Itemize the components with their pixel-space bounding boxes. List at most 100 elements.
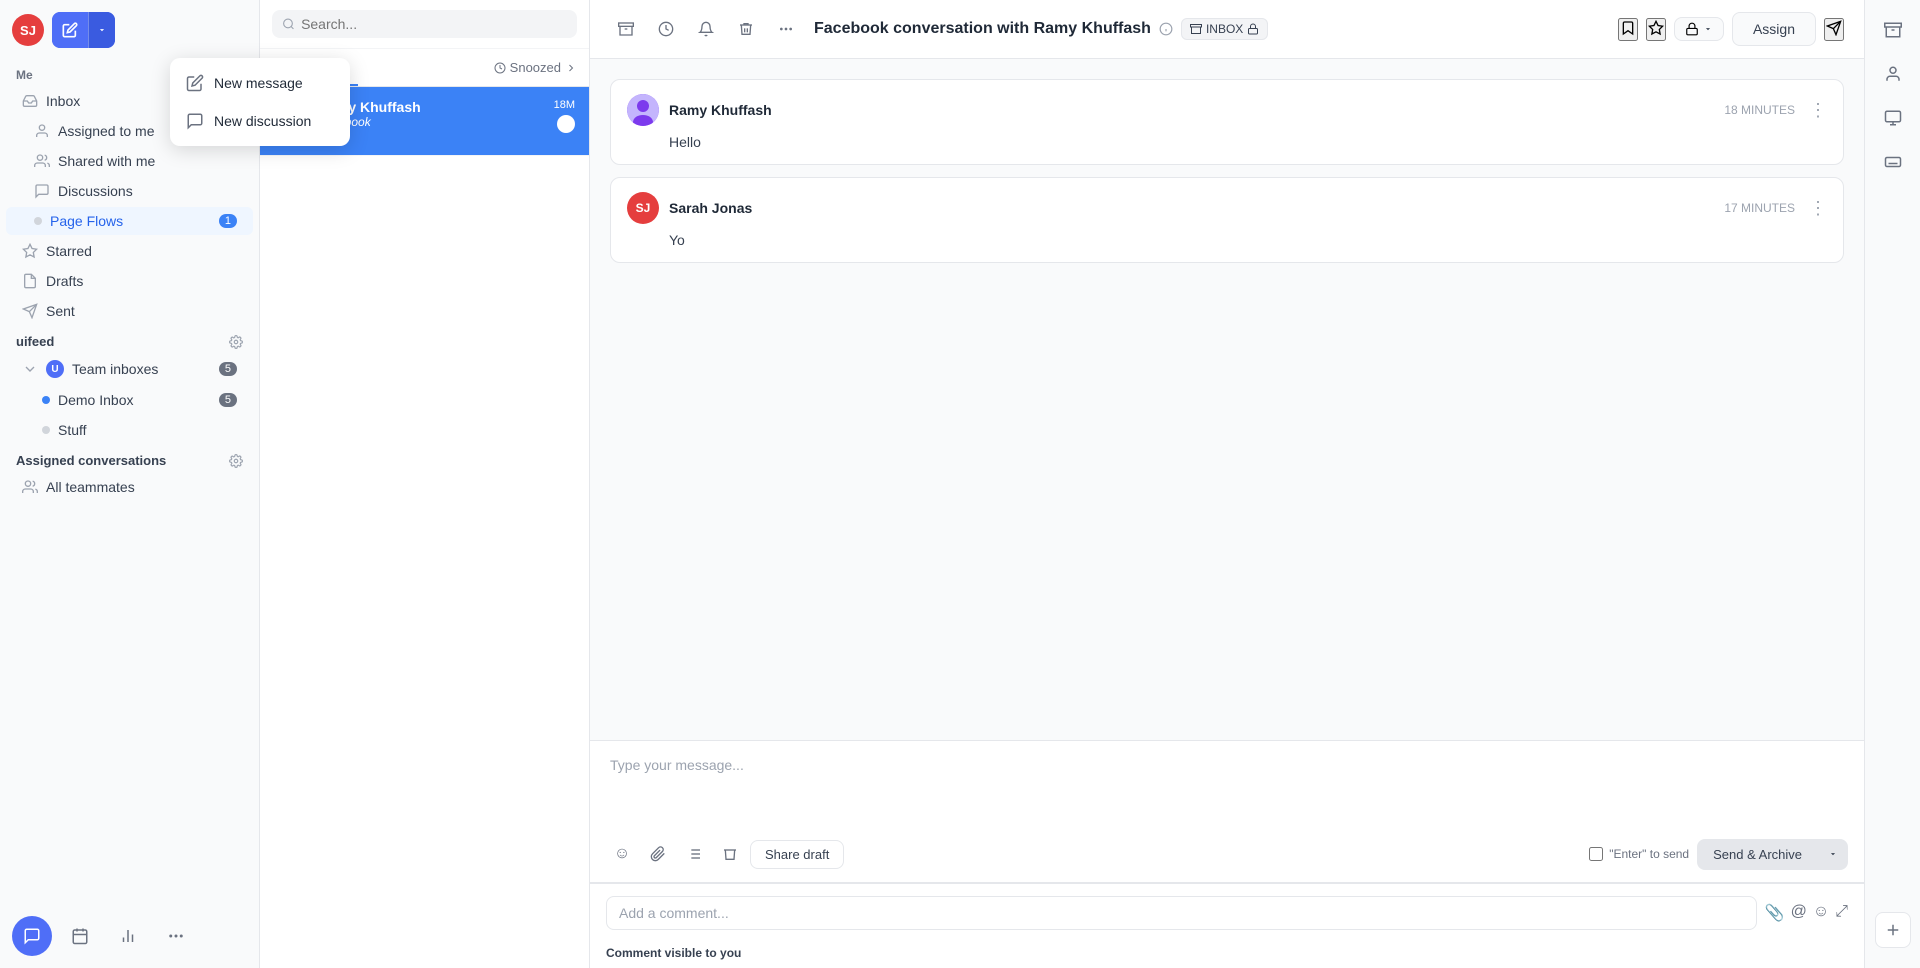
chat-nav-button[interactable]	[12, 916, 52, 956]
comment-input[interactable]	[606, 896, 1757, 930]
new-discussion-icon	[186, 112, 204, 130]
conv-source-ramy: Facebook	[318, 115, 544, 129]
chat-title: Facebook conversation with Ramy Khuffash	[814, 20, 1151, 38]
format-button[interactable]	[678, 838, 710, 870]
sidebar-item-stuff[interactable]: Stuff	[6, 416, 253, 444]
demo-inbox-badge: 5	[219, 393, 237, 407]
messages-area: Ramy Khuffash 18 MINUTES ⋮ Hello SJ Sara…	[590, 59, 1864, 740]
page-flows-label: Page Flows	[50, 213, 123, 229]
enter-to-send-label[interactable]: "Enter" to send	[1589, 847, 1689, 861]
sidebar-item-starred[interactable]: Starred	[6, 237, 253, 265]
page-flows-dot	[34, 217, 42, 225]
chat-header-actions: Assign	[1618, 12, 1844, 46]
sent-icon	[22, 303, 38, 319]
lock-dropdown-chevron	[1703, 24, 1713, 34]
sidebar-item-sent[interactable]: Sent	[6, 297, 253, 325]
msg-body-sarah: Yo	[627, 232, 1827, 248]
right-sidebar-profile[interactable]	[1875, 100, 1911, 136]
send-archive-arrow-button[interactable]	[1818, 839, 1848, 870]
demo-inbox-dot	[42, 396, 50, 404]
chat-title-area: Facebook conversation with Ramy Khuffash…	[814, 18, 1606, 40]
right-contact-icon	[1884, 65, 1902, 83]
sidebar-item-team-inboxes[interactable]: U Team inboxes 5	[6, 354, 253, 384]
sidebar-item-discussions[interactable]: Discussions	[6, 177, 253, 205]
search-input[interactable]	[301, 16, 567, 32]
calendar-nav-button[interactable]	[60, 916, 100, 956]
lock-dropdown[interactable]	[1674, 17, 1724, 41]
send-icon-button[interactable]	[1824, 18, 1844, 41]
sidebar-item-all-teammates[interactable]: All teammates	[6, 473, 253, 501]
right-sidebar-contact[interactable]	[1875, 56, 1911, 92]
assigned-conversations-settings-icon[interactable]	[229, 454, 243, 468]
lock-dropdown-icon	[1685, 22, 1699, 36]
inbox-label: Inbox	[46, 93, 80, 109]
new-discussion-item[interactable]: New discussion	[170, 102, 350, 140]
star-button[interactable]	[1646, 18, 1666, 41]
team-inboxes-badge: 5	[219, 362, 237, 376]
info-icon[interactable]	[1159, 22, 1173, 36]
sidebar-item-page-flows[interactable]: Page Flows 1	[6, 207, 253, 235]
chart-nav-button[interactable]	[108, 916, 148, 956]
right-sidebar-add[interactable]	[1875, 912, 1911, 948]
delete-button[interactable]	[730, 13, 762, 45]
team-section-header[interactable]: uifeed	[0, 326, 259, 353]
comment-emoji-button[interactable]: ☺	[1813, 903, 1829, 923]
msg-more-ramy[interactable]: ⋮	[1809, 100, 1827, 121]
comment-expand-button[interactable]: ⤢	[1835, 903, 1848, 923]
snooze-button[interactable]	[650, 13, 682, 45]
send-archive-main-button[interactable]: Send & Archive	[1697, 839, 1818, 870]
sidebar-item-shared-with-me[interactable]: Shared with me	[6, 147, 253, 175]
sidebar: SJ New message New discussion Me Inbox A…	[0, 0, 260, 968]
compose-button[interactable]	[52, 12, 115, 48]
all-teammates-label: All teammates	[46, 479, 135, 495]
composer-right-actions: "Enter" to send Send & Archive	[1589, 839, 1848, 870]
right-sidebar-keyboard[interactable]	[1875, 144, 1911, 180]
bookmark-button[interactable]	[1618, 18, 1638, 41]
archive-button[interactable]	[610, 13, 642, 45]
team-settings-icon[interactable]	[229, 335, 243, 349]
snooze-icon	[658, 21, 674, 37]
emoji-button[interactable]: ☺	[606, 838, 638, 870]
sidebar-top: SJ	[0, 0, 259, 56]
discussions-label: Discussions	[58, 183, 133, 199]
msg-more-sarah[interactable]: ⋮	[1809, 198, 1827, 219]
msg-name-ramy: Ramy Khuffash	[669, 102, 772, 118]
msg-time-ramy: 18 MINUTES	[1724, 103, 1795, 117]
team-inboxes-label: Team inboxes	[72, 361, 158, 377]
search-box[interactable]	[272, 10, 577, 38]
sent-label: Sent	[46, 303, 75, 319]
delete-draft-button[interactable]	[714, 838, 746, 870]
share-draft-button[interactable]: Share draft	[750, 840, 844, 869]
more-nav-button[interactable]	[156, 916, 196, 956]
new-message-item[interactable]: New message	[170, 64, 350, 102]
tab-snoozed[interactable]: Snoozed	[494, 50, 577, 85]
inbox-badge-icon	[1190, 23, 1202, 35]
right-profile-icon	[1884, 109, 1902, 127]
notifications-button[interactable]	[690, 13, 722, 45]
msg-avatar-ramy	[627, 94, 659, 126]
more-actions-button[interactable]	[770, 13, 802, 45]
sidebar-item-drafts[interactable]: Drafts	[6, 267, 253, 295]
comment-mention-button[interactable]: @	[1791, 903, 1807, 923]
conv-info-ramy: Ramy Khuffash Facebook Yo	[318, 99, 544, 143]
assigned-conversations-header[interactable]: Assigned conversations	[0, 445, 259, 472]
comment-attach-button[interactable]: 📎	[1765, 903, 1785, 923]
attach-button[interactable]	[642, 838, 674, 870]
enter-to-send-checkbox[interactable]	[1589, 847, 1603, 861]
chat-header-tools	[610, 13, 802, 45]
assign-button[interactable]: Assign	[1732, 12, 1816, 46]
team-u-badge: U	[46, 360, 64, 378]
chat-nav-icon	[23, 927, 41, 945]
compose-main-button[interactable]	[52, 12, 88, 48]
shared-icon	[34, 153, 50, 169]
message-textarea[interactable]	[610, 757, 1844, 817]
trash-draft-icon	[722, 846, 738, 862]
right-sidebar-archive[interactable]	[1875, 12, 1911, 48]
assigned-to-me-label: Assigned to me	[58, 123, 155, 139]
inbox-badge-label: INBOX	[1206, 22, 1243, 36]
more-horizontal-icon	[778, 21, 794, 37]
sidebar-item-demo-inbox[interactable]: Demo Inbox 5	[6, 386, 253, 414]
drafts-label: Drafts	[46, 273, 83, 289]
compose-arrow-button[interactable]	[88, 12, 115, 48]
ramy-avatar-img	[627, 94, 659, 126]
